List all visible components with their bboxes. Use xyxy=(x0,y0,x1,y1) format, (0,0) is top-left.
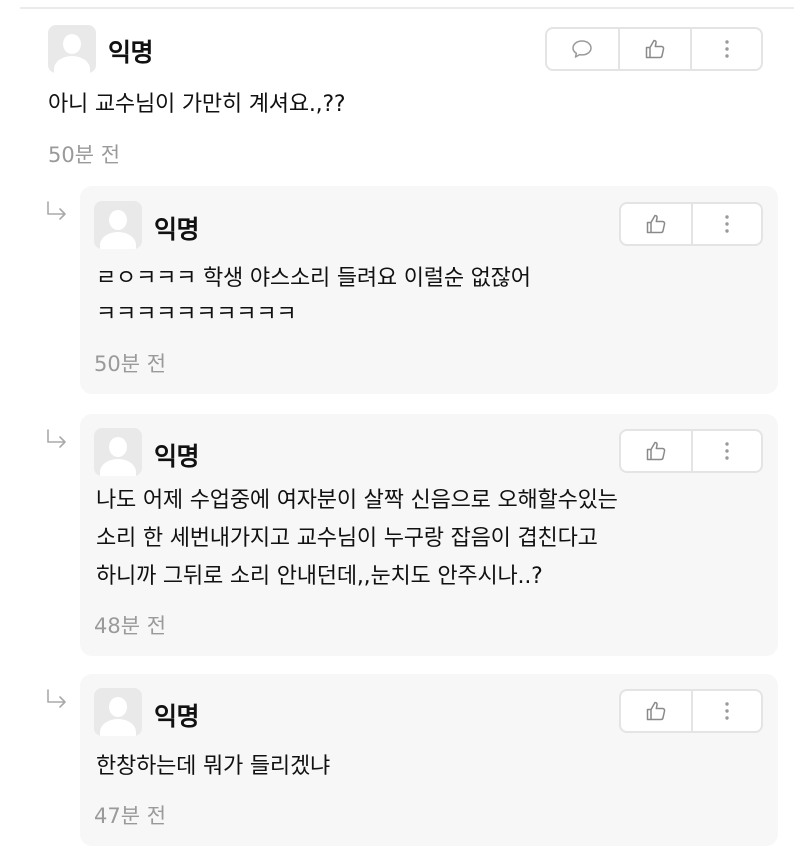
more-options-button[interactable] xyxy=(690,431,761,471)
reply-text-line: ㄹㅇㅋㅋㅋ 학생 야스소리 들려요 이럴순 없잖어 xyxy=(96,266,531,291)
reply-author: 익명 xyxy=(154,215,200,244)
reply-text-line: ㅋㅋㅋㅋㅋㅋㅋㅋㅋㅋ xyxy=(96,302,297,327)
reply-actions xyxy=(619,202,763,246)
more-options-button[interactable] xyxy=(690,204,761,244)
reply-item: 익명 한창하는데 뭐가 들리겠냐 47분 전 xyxy=(80,674,778,846)
comment-time: 50분 전 xyxy=(48,143,121,167)
like-button[interactable] xyxy=(617,29,691,69)
reply-text-line: 한창하는데 뭐가 들리겠냐 xyxy=(96,754,331,779)
more-vertical-icon xyxy=(725,215,729,233)
thumbs-up-icon xyxy=(646,701,666,721)
like-button[interactable] xyxy=(621,204,691,244)
comment-reply-button[interactable] xyxy=(547,29,618,69)
reply-actions xyxy=(619,429,763,473)
avatar xyxy=(94,201,142,249)
reply-item: 익명 나도 어제 수업중에 여자분이 살짝 신음으로 오해할수있는 소리 한 세… xyxy=(80,414,778,656)
comment-icon xyxy=(572,40,593,58)
reply-arrow-icon xyxy=(47,429,66,448)
more-vertical-icon xyxy=(725,702,729,720)
reply-time: 48분 전 xyxy=(94,614,167,638)
reply-arrow-icon xyxy=(47,689,66,708)
comment-actions xyxy=(545,27,763,71)
more-options-button[interactable] xyxy=(690,29,761,69)
more-vertical-icon xyxy=(725,442,729,460)
reply-text-line: 하니까 그뒤로 소리 안내던데,,눈치도 안주시나..? xyxy=(96,564,543,589)
avatar xyxy=(94,428,142,476)
thumbs-up-icon xyxy=(646,441,666,461)
more-options-button[interactable] xyxy=(690,691,761,731)
avatar xyxy=(94,688,142,736)
more-vertical-icon xyxy=(724,40,729,58)
top-divider xyxy=(20,7,794,9)
reply-time: 47분 전 xyxy=(94,804,167,828)
reply-author: 익명 xyxy=(154,702,200,731)
like-button[interactable] xyxy=(621,691,691,731)
avatar xyxy=(48,25,96,73)
reply-actions xyxy=(619,689,763,733)
reply-arrow-icon xyxy=(47,201,66,220)
thumbs-up-icon xyxy=(645,39,665,59)
thumbs-up-icon xyxy=(646,214,666,234)
reply-item: 익명 ㄹㅇㅋㅋㅋ 학생 야스소리 들려요 이럴순 없잖어 ㅋㅋㅋㅋㅋㅋㅋㅋㅋㅋ … xyxy=(80,186,778,394)
comment-author: 익명 xyxy=(108,38,154,67)
reply-text-line: 소리 한 세번내가지고 교수님이 누구랑 잡음이 겹친다고 xyxy=(96,526,598,551)
comment-text: 아니 교수님이 가만히 계셔요.,?? xyxy=(48,92,346,117)
reply-author: 익명 xyxy=(154,442,200,471)
like-button[interactable] xyxy=(621,431,691,471)
reply-time: 50분 전 xyxy=(94,352,167,376)
reply-text-line: 나도 어제 수업중에 여자분이 살짝 신음으로 오해할수있는 xyxy=(96,488,618,513)
